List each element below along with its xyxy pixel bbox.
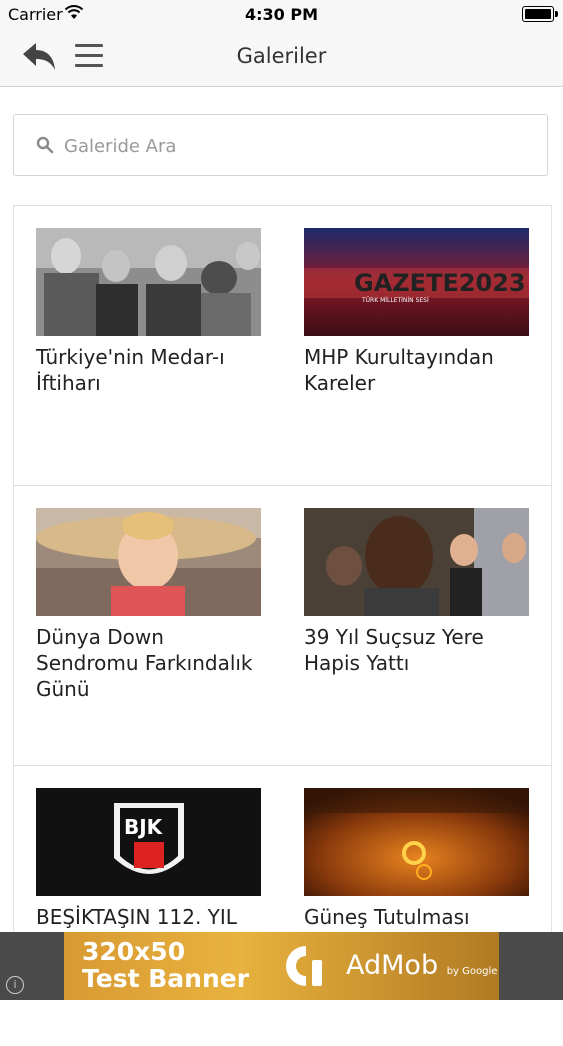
ad-brand: AdMob by Google [346,950,497,981]
gallery-image-logo: GAZETE2023 [354,269,526,297]
admob-logo-icon [286,946,322,986]
battery-icon [522,6,558,22]
ad-brand-suffix: by Google [446,966,498,977]
gallery-thumbnail [36,508,261,616]
search-icon [36,136,54,154]
gallery-image-logo: BJK [124,815,164,839]
search-field[interactable] [13,114,548,176]
ad-size-label: 320x50 [82,937,186,966]
navigation-bar: Galeriler [0,28,563,87]
gallery-row: Türkiye'nin Medar-ı İftiharı GAZETE2023 … [14,205,551,486]
gallery-item[interactable]: Dünya Down Sendromu Farkındalık Günü [36,508,261,702]
search-input[interactable] [62,129,536,163]
gallery-item[interactable]: 39 Yıl Suçsuz Yere Hapis Yattı [304,508,529,676]
gallery-title: Dünya Down Sendromu Farkındalık Günü [36,625,253,701]
gallery-title: Türkiye'nin Medar-ı İftiharı [36,345,225,395]
gallery-thumbnail [304,508,529,616]
gallery-title: 39 Yıl Suçsuz Yere Hapis Yattı [304,625,484,675]
gallery-row: Dünya Down Sendromu Farkındalık Günü 39 … [14,485,551,766]
gallery-title: BEŞİKTAŞIN 112. YIL [36,905,237,929]
gallery-item[interactable]: BJK BEŞİKTAŞIN 112. YIL [36,788,261,930]
gallery-thumbnail [36,228,261,336]
page-title: Galeriler [236,44,327,68]
status-bar: Carrier 4:30 PM [0,0,563,28]
ad-info-icon[interactable]: i [6,976,24,994]
ad-banner[interactable]: 320x50 Test Banner AdMob by Google [0,932,563,1000]
gallery-grid: Türkiye'nin Medar-ı İftiharı GAZETE2023 … [13,205,552,965]
ad-brand-name: AdMob [346,950,439,981]
gallery-thumbnail: GAZETE2023 TÜRK MİLLETİNİN SESİ [304,228,529,336]
ad-test-label: Test Banner [82,964,250,993]
gallery-row: BJK BEŞİKTAŞIN 112. YIL Güneş Tutulması [14,765,551,1046]
gallery-image-slogan: TÜRK MİLLETİNİN SESİ [361,297,429,304]
gallery-item[interactable]: GAZETE2023 TÜRK MİLLETİNİN SESİ MHP Kuru… [304,228,529,396]
clock: 4:30 PM [244,5,318,24]
gallery-item[interactable]: Türkiye'nin Medar-ı İftiharı [36,228,261,396]
gallery-item[interactable]: Güneş Tutulması [304,788,529,930]
gallery-title: MHP Kurultayından Kareler [304,345,494,395]
gallery-thumbnail [304,788,529,896]
ad-text: 320x50 Test Banner [82,938,249,992]
gallery-thumbnail: BJK [36,788,261,896]
ad-creative[interactable]: 320x50 Test Banner AdMob by Google [64,932,499,1000]
gallery-title: Güneş Tutulması [304,905,470,929]
